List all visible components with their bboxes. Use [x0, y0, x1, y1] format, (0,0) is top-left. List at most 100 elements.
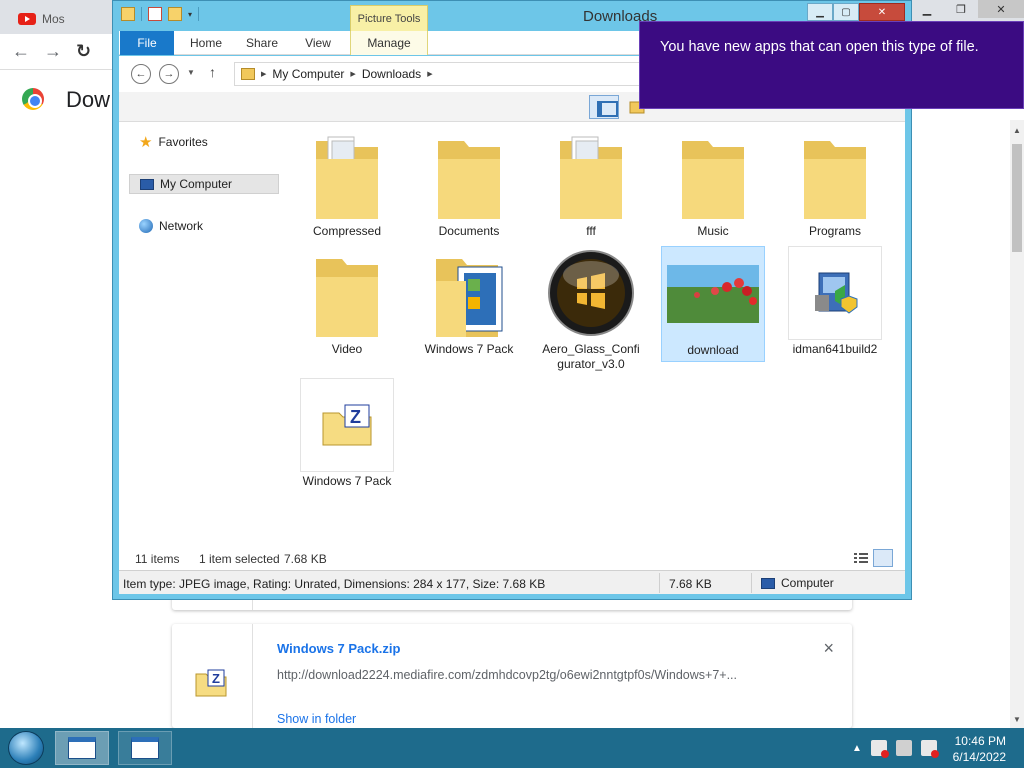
breadcrumb-downloads[interactable]: Downloads — [362, 67, 421, 81]
back-arrow-icon[interactable]: ← — [12, 41, 30, 62]
explorer-folder-icon[interactable] — [121, 7, 135, 21]
explorer-minimize-button[interactable]: ▁ — [807, 3, 833, 21]
star-icon: ★ — [139, 134, 153, 151]
file-label: fff — [586, 224, 596, 238]
tab-share[interactable]: Share — [237, 31, 287, 55]
location-label: Computer — [781, 576, 834, 590]
large-icons-view-icon[interactable] — [873, 549, 893, 567]
download-card: Z Windows 7 Pack.zip http://download2224… — [172, 624, 852, 728]
folder-icon — [544, 128, 638, 222]
show-hidden-icons-icon[interactable]: ▲ — [852, 743, 862, 754]
customize-toolbar-icon[interactable]: ▾ — [188, 10, 192, 19]
volume-muted-icon[interactable] — [870, 740, 889, 758]
scroll-up-icon[interactable]: ▲ — [1013, 126, 1021, 135]
network-status-icon[interactable] — [895, 740, 912, 756]
folder-icon — [788, 128, 882, 222]
nav-label: Network — [159, 219, 204, 233]
reload-icon[interactable]: ↻ — [76, 41, 91, 62]
up-arrow-icon[interactable]: ↑ — [209, 64, 216, 80]
breadcrumb-my-computer[interactable]: My Computer — [272, 67, 344, 81]
nav-my-computer[interactable]: My Computer — [129, 174, 279, 194]
scroll-down-icon[interactable]: ▼ — [1013, 715, 1021, 724]
page-scrollbar[interactable]: ▲ ▼ — [1010, 120, 1024, 728]
forward-button[interactable]: → — [159, 64, 179, 84]
selected-file-size: 7.68 KB — [669, 577, 712, 591]
card-divider — [252, 624, 253, 728]
computer-icon — [140, 178, 154, 190]
action-center-icon[interactable] — [920, 740, 939, 758]
download-filename-link[interactable]: Windows 7 Pack.zip — [277, 641, 400, 656]
system-tray: ▲ — [852, 740, 939, 758]
file-label: Programs — [808, 224, 861, 238]
back-button[interactable]: ← — [131, 64, 151, 84]
nav-favorites[interactable]: ★ Favorites — [129, 132, 279, 152]
new-apps-notification[interactable]: You have new apps that can open this typ… — [639, 21, 1024, 109]
chrome-close-button[interactable]: ✕ — [978, 0, 1024, 18]
file-item[interactable]: Programs — [783, 128, 887, 244]
status-bar: 11 items 1 item selected 7.68 KB — [119, 546, 905, 570]
show-in-folder-link[interactable]: Show in folder — [277, 712, 356, 726]
properties-icon[interactable] — [148, 7, 162, 21]
selection-size: 7.68 KB — [284, 552, 327, 566]
taskbar-explorer-button[interactable] — [118, 731, 172, 765]
file-list: Compressed Documents fff Music Programs — [285, 122, 905, 546]
folder-icon — [422, 246, 516, 340]
clock-time: 10:46 PM — [954, 734, 1006, 748]
nav-network[interactable]: Network — [129, 216, 279, 236]
file-label: Aero_Glass_Configurator_v3.0 — [542, 342, 640, 371]
details-separator — [659, 573, 660, 593]
chrome-minimize-button[interactable]: ▁ — [910, 0, 944, 18]
tab-view[interactable]: View — [293, 31, 343, 55]
file-item[interactable]: fff — [539, 128, 643, 244]
file-item[interactable]: Compressed — [295, 128, 399, 244]
toolbar-separator — [141, 7, 142, 21]
file-item[interactable]: idman641build2 — [783, 246, 887, 362]
file-item[interactable]: Z Windows 7 Pack — [295, 378, 399, 494]
selected-file-details: Item type: JPEG image, Rating: Unrated, … — [123, 577, 546, 591]
zip-archive-icon: Z — [300, 378, 394, 472]
details-view-icon[interactable] — [853, 550, 869, 566]
explorer-window-icon — [68, 737, 96, 759]
folder-icon — [300, 246, 394, 340]
location-zone: Computer — [761, 576, 834, 590]
notification-message: You have new apps that can open this typ… — [660, 39, 979, 55]
recent-locations-icon[interactable]: ▼ — [187, 68, 195, 77]
clock[interactable]: 10:46 PM 6/14/2022 — [953, 733, 1006, 765]
file-item[interactable]: download — [661, 246, 765, 362]
chrome-tab[interactable]: Mos — [8, 4, 112, 34]
image-thumbnail-icon — [666, 247, 760, 341]
nav-label: Favorites — [158, 135, 208, 149]
breadcrumb-chevron-icon[interactable]: ▶ — [261, 70, 266, 78]
tab-file[interactable]: File — [120, 31, 174, 55]
computer-icon — [761, 577, 775, 589]
zip-archive-icon: Z — [195, 669, 227, 697]
installer-icon — [788, 246, 882, 340]
address-bar[interactable]: ▶ My Computer ▶ Downloads ▶ — [234, 62, 654, 86]
scrollbar-thumb[interactable] — [1012, 144, 1022, 252]
file-label: Video — [331, 342, 363, 356]
new-folder-icon[interactable] — [168, 7, 182, 21]
details-bar: Item type: JPEG image, Rating: Unrated, … — [119, 570, 905, 594]
breadcrumb-chevron-icon[interactable]: ▶ — [350, 70, 355, 78]
tab-home[interactable]: Home — [181, 31, 231, 55]
explorer-maximize-button[interactable]: ▢ — [833, 3, 859, 21]
remove-download-button[interactable]: × — [823, 638, 834, 659]
breadcrumb-chevron-icon[interactable]: ▶ — [427, 70, 432, 78]
forward-arrow-icon[interactable]: → — [44, 41, 62, 62]
file-label: Windows 7 Pack — [424, 342, 514, 356]
file-item[interactable]: Music — [661, 128, 765, 244]
chrome-restore-button[interactable]: ❐ — [944, 0, 978, 18]
file-item[interactable]: Windows 7 Pack — [417, 246, 521, 362]
file-item[interactable]: Video — [295, 246, 399, 362]
details-separator — [751, 573, 752, 593]
tab-manage[interactable]: Manage — [350, 31, 428, 55]
file-item[interactable]: Aero_Glass_Configurator_v3.0 — [539, 246, 643, 376]
start-button[interactable] — [8, 731, 44, 765]
aero-glass-icon — [544, 246, 638, 340]
navigation-pane-icon[interactable] — [589, 95, 619, 119]
file-item[interactable]: Documents — [417, 128, 521, 244]
nav-label: My Computer — [160, 177, 233, 191]
explorer-close-button[interactable]: ✕ — [859, 3, 905, 21]
clock-date: 6/14/2022 — [952, 750, 1006, 764]
taskbar-explorer-button[interactable] — [55, 731, 109, 765]
